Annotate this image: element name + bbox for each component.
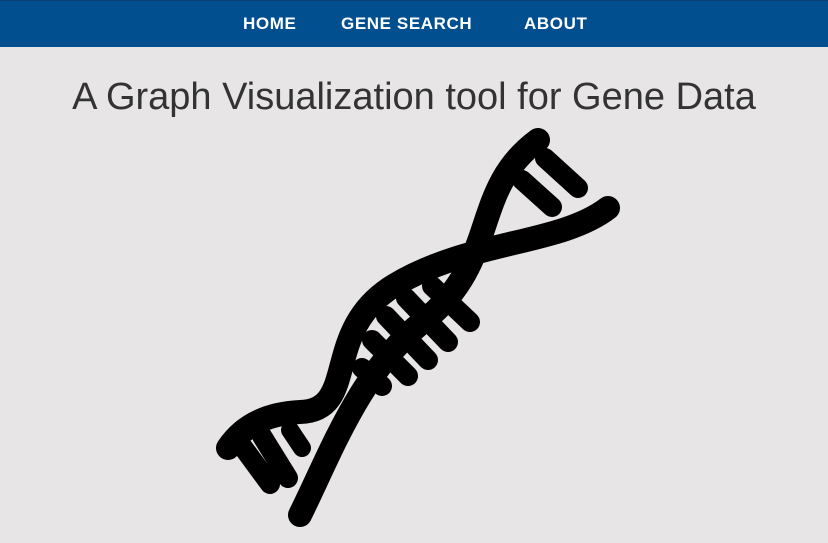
dna-rung — [281, 421, 311, 457]
dna-helix-icon — [216, 128, 620, 527]
dna-rung — [352, 358, 392, 396]
dna-strand-a — [288, 128, 550, 527]
dna-rung — [535, 148, 588, 198]
dna-rung — [512, 170, 562, 217]
dna-illustration — [0, 0, 828, 538]
